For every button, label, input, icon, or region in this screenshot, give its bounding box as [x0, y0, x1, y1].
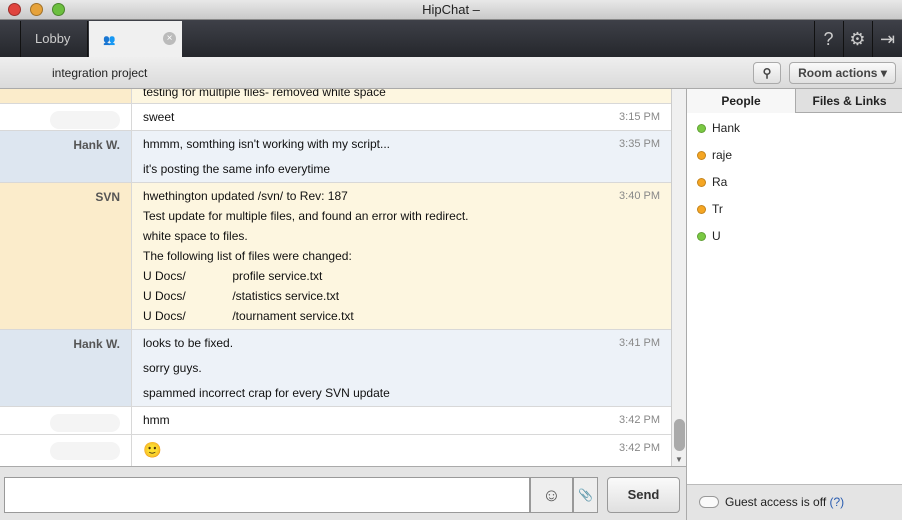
message-input[interactable]	[4, 477, 530, 513]
tab-people[interactable]: People	[687, 89, 795, 113]
title-bar: HipChat –	[0, 0, 902, 20]
person-name: Tr	[712, 202, 723, 216]
person-item[interactable]: U	[697, 229, 721, 243]
emoticon-button[interactable]: ☺	[530, 477, 573, 513]
person-item[interactable]: Hank	[697, 121, 740, 135]
message-text: it's posting the same info everytime	[143, 162, 331, 176]
message-text: sweet	[143, 110, 175, 124]
room-topic: integration project	[52, 66, 148, 80]
guest-access-toggle[interactable]	[699, 496, 719, 508]
chat-history: testing for multiple files- removed whit…	[0, 89, 671, 466]
close-window-button[interactable]	[8, 3, 21, 16]
search-button[interactable]: ⚲	[753, 62, 781, 84]
message-text: U Docs/ /tournament service.txt	[143, 309, 354, 323]
room-header: integration project ⚲ Room actions ▾	[0, 57, 902, 89]
smiley-emoticon: 🙂	[143, 442, 162, 459]
message-row: Hank W. looks to be fixed. sorry guys. s…	[0, 330, 671, 407]
message-text: looks to be fixed.	[143, 336, 234, 350]
message-text: spammed incorrect crap for every SVN upd…	[143, 386, 390, 400]
timestamp: 3:41 PM	[619, 337, 660, 349]
message-text: hmmm, somthing isn't working with my scr…	[143, 137, 391, 151]
message-text: testing for multiple files- removed whit…	[143, 89, 386, 99]
timestamp: 3:42 PM	[619, 442, 660, 454]
sender	[0, 104, 132, 130]
scrollbar-thumb[interactable]	[674, 419, 685, 451]
zoom-window-button[interactable]	[52, 3, 65, 16]
sender	[0, 407, 132, 434]
status-away-icon	[697, 178, 706, 187]
message-row: Hank W. hmmm, somthing isn't working wit…	[0, 131, 671, 183]
sender	[0, 89, 132, 103]
person-name: Ra	[712, 175, 728, 189]
minimize-window-button[interactable]	[30, 3, 43, 16]
message-text: hwethington updated /svn/ to Rev: 187	[143, 189, 348, 203]
close-tab-icon[interactable]: ×	[163, 32, 176, 45]
tab-bar: Lobby 👥 × ? ⚙ ⇥	[0, 20, 902, 57]
status-away-icon	[697, 151, 706, 160]
message-text: sorry guys.	[143, 361, 202, 375]
tab-room[interactable]: 👥 ×	[89, 21, 182, 57]
message-row: SVN hwethington updated /svn/ to Rev: 18…	[0, 183, 671, 330]
sender: Hank W.	[0, 131, 132, 182]
timestamp: 3:40 PM	[619, 190, 660, 202]
message-row: 🙂 3:42 PM	[0, 435, 671, 466]
person-name: U	[712, 229, 721, 243]
timestamp: 3:35 PM	[619, 138, 660, 150]
message-row: testing for multiple files- removed whit…	[0, 89, 671, 104]
message-row: hmm 3:42 PM	[0, 407, 671, 435]
exit-button[interactable]: ⇥	[872, 21, 902, 57]
guest-access-bar: Guest access is off (?)	[687, 484, 902, 520]
person-item[interactable]: Ra	[697, 175, 727, 189]
people-icon: 👥	[103, 35, 116, 46]
tab-files-links[interactable]: Files & Links	[795, 89, 902, 113]
help-button[interactable]: ?	[814, 21, 842, 57]
status-online-icon	[697, 232, 706, 241]
timestamp: 3:42 PM	[619, 414, 660, 426]
composer: ☺ 📎 Send	[0, 466, 686, 520]
sender: SVN	[0, 183, 132, 329]
message-text: U Docs/ profile service.txt	[143, 269, 323, 283]
status-away-icon	[697, 205, 706, 214]
person-item[interactable]: Tr	[697, 202, 723, 216]
timestamp: 3:15 PM	[619, 111, 660, 123]
message-text: Test update for multiple files, and foun…	[143, 209, 469, 223]
window-title: HipChat –	[422, 2, 480, 17]
settings-button[interactable]: ⚙	[843, 21, 871, 57]
person-item[interactable]: raje	[697, 148, 732, 162]
message-text: hmm	[143, 413, 170, 427]
message-text: U Docs/ /statistics service.txt	[143, 289, 340, 303]
attach-file-button[interactable]: 📎	[573, 477, 598, 513]
person-name: Hank	[712, 121, 741, 135]
chat-scrollbar[interactable]: ▼	[671, 89, 686, 466]
send-button[interactable]: Send	[607, 477, 680, 513]
message-text: The following list of files were changed…	[143, 249, 352, 263]
sender	[0, 435, 132, 466]
guest-access-label: Guest access is off	[725, 495, 827, 509]
guest-access-help-link[interactable]: (?)	[830, 495, 845, 509]
tab-lobby[interactable]: Lobby	[20, 21, 88, 57]
person-name: raje	[712, 148, 733, 162]
sidebar: People Files & Links Hank raje Ra Tr U G…	[686, 89, 902, 520]
message-text: white space to files.	[143, 229, 248, 243]
sender: Hank W.	[0, 330, 132, 406]
message-row: sweet 3:15 PM	[0, 104, 671, 131]
room-actions-button[interactable]: Room actions ▾	[789, 62, 896, 84]
status-online-icon	[697, 124, 706, 133]
scroll-down-arrow-icon[interactable]: ▼	[675, 455, 683, 464]
